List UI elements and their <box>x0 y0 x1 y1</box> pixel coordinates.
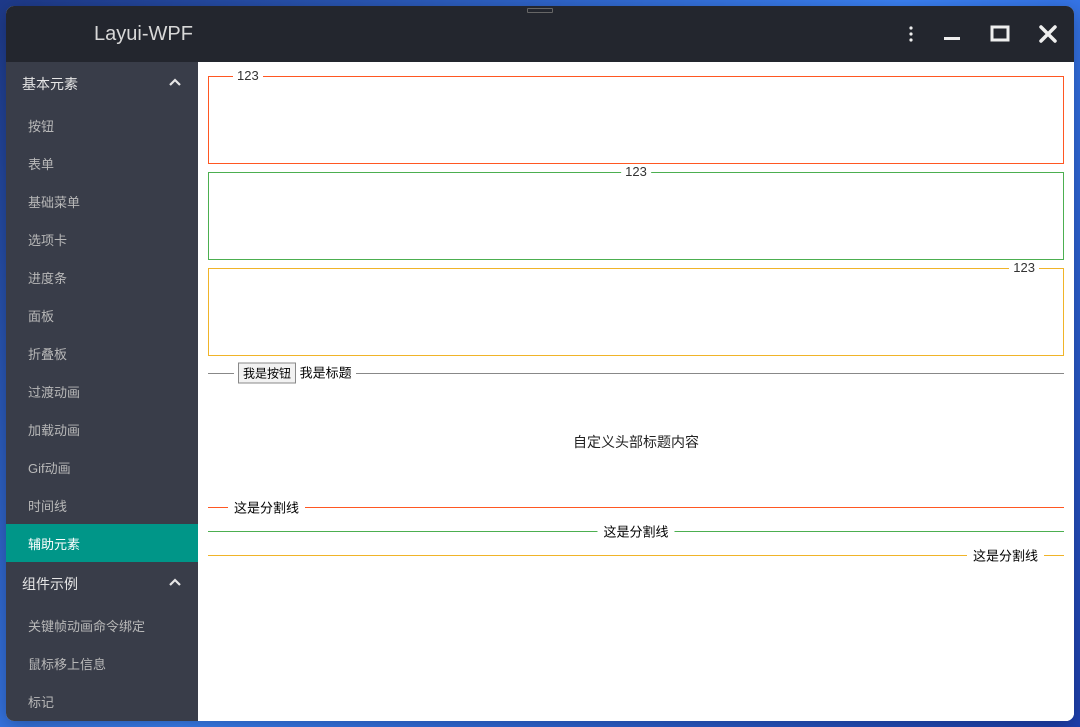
sidebar-item-transition[interactable]: 过渡动画 <box>6 372 198 410</box>
fieldset-legend: 123 <box>621 164 651 179</box>
inline-title-row: 我是按钮 我是标题 <box>208 364 1064 382</box>
divider-line <box>208 555 1064 556</box>
sidebar-item-label: 折叠板 <box>28 344 67 363</box>
sidebar-item-label: 鼠标移上信息 <box>28 654 106 673</box>
divider-text: 这是分割线 <box>228 498 305 517</box>
sidebar-item-mouseover[interactable]: 鼠标移上信息 <box>6 644 198 682</box>
titlebar-grip[interactable] <box>520 6 560 14</box>
divider-left: 这是分割线 <box>208 498 1064 516</box>
sidebar-item-button[interactable]: 按钮 <box>6 106 198 144</box>
window-controls <box>908 24 1058 44</box>
sidebar-group-label: 组件示例 <box>22 574 78 594</box>
close-icon <box>1038 24 1058 44</box>
fieldset-right: 123 <box>208 268 1064 356</box>
sidebar-item-label: 按钮 <box>28 116 54 135</box>
sidebar-item-label: 表单 <box>28 154 54 173</box>
sidebar-group-label: 基本元素 <box>22 74 78 94</box>
sidebar-item-panel[interactable]: 面板 <box>6 296 198 334</box>
more-vert-icon <box>908 25 914 43</box>
inline-button[interactable]: 我是按钮 <box>238 363 296 384</box>
sidebar-item-tab[interactable]: 选项卡 <box>6 220 198 258</box>
body: 基本元素 按钮 表单 基础菜单 选项卡 进度条 面板 折叠板 过渡动画 加载动画… <box>6 62 1074 721</box>
divider-text: 这是分割线 <box>597 522 674 541</box>
fieldset-center: 123 <box>208 172 1064 260</box>
sidebar-item-loading[interactable]: 加载动画 <box>6 410 198 448</box>
sidebar-item-label: 时间线 <box>28 496 67 515</box>
divider-center: 这是分割线 <box>208 522 1064 540</box>
app-window: Layui-WPF 基本元素 按钮 表单 基础菜单 选项卡 <box>6 6 1074 721</box>
more-button[interactable] <box>908 25 914 43</box>
fieldset-legend: 123 <box>233 68 263 83</box>
fieldset-left: 123 <box>208 76 1064 164</box>
sidebar-item-label: Gif动画 <box>28 458 71 477</box>
app-title: Layui-WPF <box>94 23 193 46</box>
inline-title-text: 我是标题 <box>300 366 352 381</box>
minimize-icon <box>942 24 962 44</box>
sidebar-item-basemenu[interactable]: 基础菜单 <box>6 182 198 220</box>
chevron-up-icon <box>168 76 182 93</box>
divider-text: 这是分割线 <box>967 546 1044 565</box>
sidebar: 基本元素 按钮 表单 基础菜单 选项卡 进度条 面板 折叠板 过渡动画 加载动画… <box>6 62 198 721</box>
minimize-button[interactable] <box>942 24 962 44</box>
close-button[interactable] <box>1038 24 1058 44</box>
divider-line <box>208 507 1064 508</box>
sidebar-item-label: 基础菜单 <box>28 192 80 211</box>
fieldset-legend: 123 <box>1009 260 1039 275</box>
sidebar-item-label: 关键帧动画命令绑定 <box>28 616 145 635</box>
titlebar[interactable]: Layui-WPF <box>6 6 1074 62</box>
sidebar-item-label: 进度条 <box>28 268 67 287</box>
maximize-icon <box>990 24 1010 44</box>
sidebar-item-timeline[interactable]: 时间线 <box>6 486 198 524</box>
sidebar-item-label: 选项卡 <box>28 230 67 249</box>
chevron-up-icon <box>168 576 182 593</box>
sidebar-item-progress[interactable]: 进度条 <box>6 258 198 296</box>
sidebar-item-gif[interactable]: Gif动画 <box>6 448 198 486</box>
inline-label-group: 我是按钮 我是标题 <box>234 363 356 384</box>
maximize-button[interactable] <box>990 24 1010 44</box>
content-area: 123 123 123 我是按钮 我是标题 自定义头部标题内容 这是分割线 <box>198 62 1074 721</box>
sidebar-item-keyframe[interactable]: 关键帧动画命令绑定 <box>6 606 198 644</box>
sidebar-item-label: 面板 <box>28 306 54 325</box>
sidebar-item-auxiliary[interactable]: 辅助元素 <box>6 524 198 562</box>
sidebar-item-label: 标记 <box>28 692 54 711</box>
sidebar-group-examples[interactable]: 组件示例 <box>6 562 198 606</box>
divider-right: 这是分割线 <box>208 546 1064 564</box>
sidebar-group-basic[interactable]: 基本元素 <box>6 62 198 106</box>
custom-header-content: 自定义头部标题内容 <box>208 382 1064 492</box>
sidebar-item-form[interactable]: 表单 <box>6 144 198 182</box>
sidebar-item-label: 辅助元素 <box>28 534 80 553</box>
sidebar-item-label: 过渡动画 <box>28 382 80 401</box>
sidebar-item-label: 加载动画 <box>28 420 80 439</box>
sidebar-item-badge[interactable]: 标记 <box>6 682 198 720</box>
sidebar-item-collapse[interactable]: 折叠板 <box>6 334 198 372</box>
